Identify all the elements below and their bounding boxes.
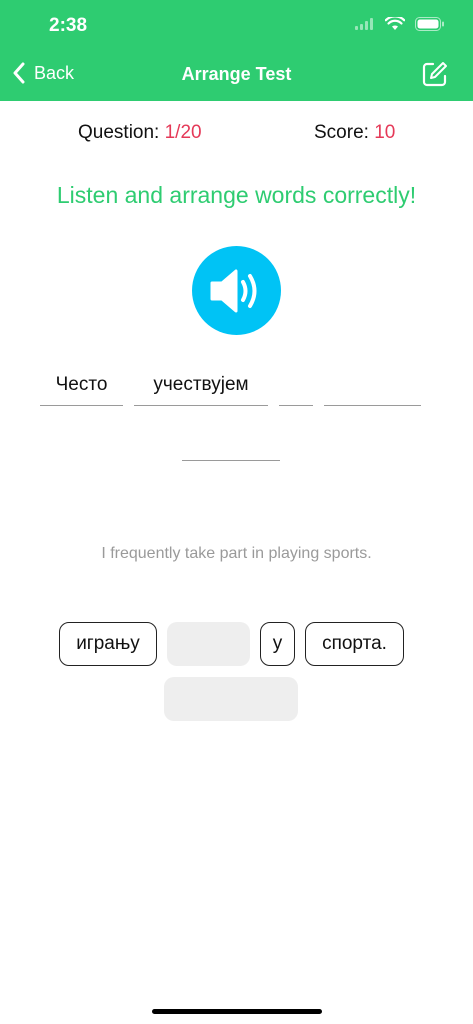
stats-row: Question: 1/20 Score: 10 [0,122,473,152]
word-chip-sporta[interactable]: спорта. [305,622,404,666]
word-chip-placeholder-1 [167,622,250,666]
edit-icon [422,62,447,87]
speaker-icon [210,269,256,312]
play-audio-button[interactable] [192,246,281,335]
question-label: Question: [78,122,160,143]
answer-slot-3[interactable] [279,374,313,406]
edit-button[interactable] [421,60,449,88]
page-title: Arrange Test [181,64,292,84]
status-icons [355,17,445,31]
wifi-icon [385,17,405,30]
app-header: 2:38 Back Arrange Test [0,0,473,101]
battery-icon [415,17,444,31]
answer-slot-2[interactable]: учествујем [134,374,268,406]
translation-text: I frequently take part in playing sports… [101,545,372,562]
word-chip-placeholder-2 [164,677,298,721]
question-value: 1/20 [164,122,202,143]
signal-icon [355,18,373,30]
question-counter: Question: 1/20 [78,122,202,144]
answer-slot-5[interactable] [182,429,280,461]
word-chip-igranju[interactable]: игрању [59,622,157,666]
score-value: 10 [374,122,396,143]
word-chip-u[interactable]: у [260,622,295,666]
answer-slot-1[interactable]: Често [40,374,123,406]
status-time: 2:38 [49,15,88,36]
answer-slot-4[interactable] [324,374,421,406]
instruction-text: Listen and arrange words correctly! [56,182,417,208]
score-label: Score: [314,122,369,143]
score-counter: Score: 10 [314,122,395,144]
home-indicator [152,1009,322,1014]
